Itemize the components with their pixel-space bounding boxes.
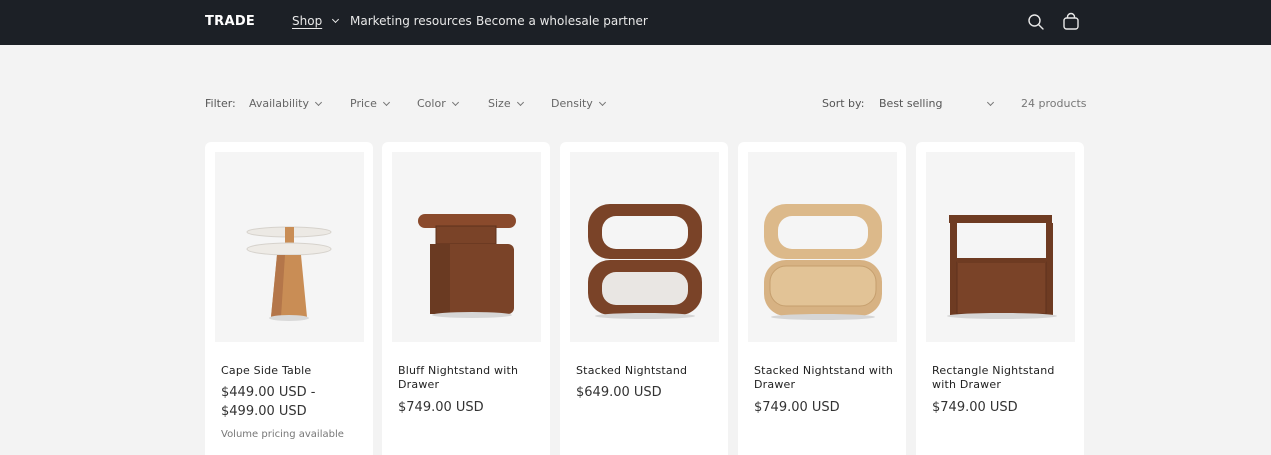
product-price: $749.00 USD [932,400,1018,415]
nav-wholesale-partner[interactable]: Become a wholesale partner [476,14,648,28]
product-image[interactable] [570,152,719,342]
product-price: $749.00 USD [754,400,840,415]
product-card[interactable]: Stacked Nightstand with Drawer $749.00 U… [738,142,906,455]
nav-shop[interactable]: Shop [292,14,322,28]
filter-availability[interactable]: Availability [249,97,323,110]
product-price: $649.00 USD [576,385,662,400]
filter-size[interactable]: Size [488,97,524,110]
product-title[interactable]: Cape Side Table [221,364,361,378]
chevron-down-icon[interactable] [331,15,340,24]
chevron-down-icon [451,98,459,107]
product-title[interactable]: Stacked Nightstand with Drawer [754,364,894,392]
filter-color[interactable]: Color [417,97,459,110]
product-count: 24 products [1021,97,1087,110]
product-image[interactable] [215,152,364,342]
product-title[interactable]: Stacked Nightstand [576,364,716,378]
filter-price[interactable]: Price [350,97,390,110]
filter-density[interactable]: Density [551,97,606,110]
product-card[interactable]: Bluff Nightstand with Drawer $749.00 USD [382,142,550,455]
site-header: TRADE Shop Marketing resources Become a … [0,0,1271,45]
product-image[interactable] [392,152,541,342]
filter-label: Filter: [205,97,236,110]
search-icon[interactable] [1026,12,1046,32]
product-price: $749.00 USD [398,400,484,415]
product-image[interactable] [748,152,897,342]
sort-select[interactable]: Best selling [879,97,995,110]
product-image[interactable] [926,152,1075,342]
volume-pricing-note: Volume pricing available [221,429,344,440]
product-card[interactable]: Rectangle Nightstand with Drawer $749.00… [916,142,1084,455]
logo[interactable]: TRADE [205,14,255,29]
chevron-down-icon [516,98,524,107]
chevron-down-icon [986,98,995,107]
chevron-down-icon [314,98,323,107]
product-title[interactable]: Rectangle Nightstand with Drawer [932,364,1072,392]
product-price: $449.00 USD - $499.00 USD [221,385,316,419]
chevron-down-icon [382,98,390,107]
product-card[interactable]: Stacked Nightstand $649.00 USD [560,142,728,455]
product-title[interactable]: Bluff Nightstand with Drawer [398,364,538,392]
cart-icon[interactable] [1061,12,1081,32]
product-card[interactable]: Cape Side Table $449.00 USD - $499.00 US… [205,142,373,455]
sort-label: Sort by: [822,97,865,110]
nav-marketing-resources[interactable]: Marketing resources [350,14,472,28]
chevron-down-icon [598,98,606,107]
